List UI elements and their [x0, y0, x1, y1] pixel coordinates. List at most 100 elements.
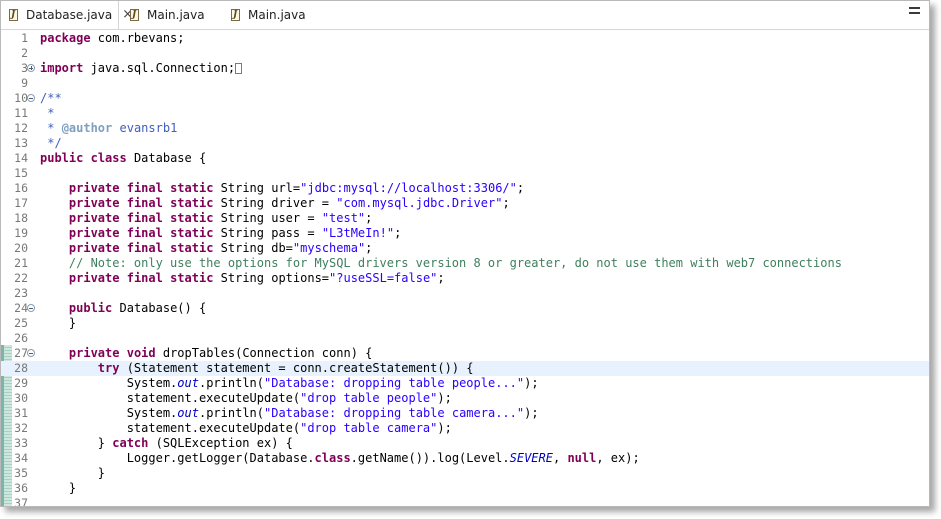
- line-number: 21: [14, 256, 28, 270]
- line-number: 25: [14, 316, 28, 330]
- tab-main-java-2[interactable]: J Main.java: [223, 1, 323, 29]
- line-number: 19: [14, 226, 28, 240]
- code-line[interactable]: 1 package com.rbevans;: [1, 31, 929, 46]
- code-line[interactable]: 12 * @author evansrb1: [1, 121, 929, 136]
- code-line[interactable]: 20 private final static String db="mysch…: [1, 241, 929, 256]
- code-text: private final static String pass = "L3tM…: [68, 226, 402, 240]
- line-number: 18: [14, 211, 28, 225]
- line-number: 36: [14, 481, 28, 495]
- code-text: private final static String user = "test…: [68, 211, 373, 225]
- line-number: 35: [14, 466, 28, 480]
- code-editor[interactable]: 1 package com.rbevans; 2 3 import java.sql.C…: [1, 30, 929, 506]
- code-line[interactable]: 14 public class Database {: [1, 151, 929, 166]
- editor-window: J Database.java × J Main.java J Main.jav…: [0, 0, 930, 507]
- code-line[interactable]: 32 statement.executeUpdate("drop table c…: [1, 421, 929, 436]
- code-line[interactable]: 33 } catch (SQLException ex) {: [1, 436, 929, 451]
- code-line[interactable]: 27 private void dropTables(Connection co…: [1, 346, 929, 361]
- code-text: private final static String driver = "co…: [68, 196, 510, 210]
- collapse-fold-icon[interactable]: [27, 304, 35, 312]
- code-line[interactable]: 17 private final static String driver = …: [1, 196, 929, 211]
- line-number: 23: [14, 286, 28, 300]
- code-text: *: [40, 106, 55, 120]
- code-text: private void dropTables(Connection conn)…: [68, 346, 373, 360]
- line-number: 3: [21, 61, 28, 75]
- line-number: 12: [14, 121, 28, 135]
- code-text: statement.executeUpdate("drop table came…: [40, 421, 452, 435]
- line-number: 29: [14, 376, 28, 390]
- code-line[interactable]: 21 // Note: only use the options for MyS…: [1, 256, 929, 271]
- code-line[interactable]: 19 private final static String pass = "L…: [1, 226, 929, 241]
- code-line[interactable]: 34 Logger.getLogger(Database.class.getNa…: [1, 451, 929, 466]
- code-text: public class Database {: [40, 151, 207, 165]
- code-text: }: [40, 481, 77, 495]
- code-line[interactable]: 31 System.out.println("Database: droppin…: [1, 406, 929, 421]
- line-number: 30: [14, 391, 28, 405]
- code-text: statement.executeUpdate("drop table peop…: [40, 391, 452, 405]
- code-line[interactable]: 9: [1, 76, 929, 91]
- line-number: 13: [14, 136, 28, 150]
- code-line[interactable]: 3 import java.sql.Connection;: [1, 61, 929, 76]
- code-text: Logger.getLogger(Database.class.getName(…: [40, 451, 640, 465]
- code-line[interactable]: 29 System.out.println("Database: droppin…: [1, 376, 929, 391]
- line-number: 34: [14, 451, 28, 465]
- code-line[interactable]: 23: [1, 286, 929, 301]
- line-number: 31: [14, 406, 28, 420]
- java-file-icon: J: [130, 8, 141, 22]
- code-text: }: [40, 316, 77, 330]
- code-line[interactable]: 13 */: [1, 136, 929, 151]
- line-number: 1: [21, 31, 28, 45]
- code-line[interactable]: 18 private final static String user = "t…: [1, 211, 929, 226]
- code-line[interactable]: 2: [1, 46, 929, 61]
- tab-label: Main.java: [248, 8, 306, 22]
- line-number: 15: [14, 166, 28, 180]
- code-line[interactable]: 15: [1, 166, 929, 181]
- code-line[interactable]: 35 }: [1, 466, 929, 481]
- line-number: 10: [14, 91, 28, 105]
- tab-database-java[interactable]: J Database.java ×: [1, 1, 133, 29]
- code-line[interactable]: 16 private final static String url="jdbc…: [1, 181, 929, 196]
- minimize-icon[interactable]: [909, 7, 923, 17]
- tab-label: Main.java: [147, 8, 205, 22]
- line-number: 9: [21, 76, 28, 90]
- line-number: 17: [14, 196, 28, 210]
- line-number: 26: [14, 331, 28, 345]
- code-line[interactable]: 28 try (Statement statement = conn.creat…: [1, 361, 929, 376]
- folded-imports-marker[interactable]: [235, 63, 243, 74]
- code-text: private final static String url="jdbc:my…: [68, 181, 525, 195]
- editor-tab-bar: J Database.java × J Main.java J Main.jav…: [1, 1, 929, 30]
- code-text: import java.sql.Connection;: [40, 61, 243, 76]
- code-line[interactable]: 10 /**: [1, 91, 929, 106]
- code-line[interactable]: 25 }: [1, 316, 929, 331]
- tab-label: Database.java: [26, 8, 113, 22]
- code-line[interactable]: 37: [1, 496, 929, 507]
- line-number: 27: [14, 346, 28, 360]
- line-number: 28: [14, 361, 28, 375]
- code-line[interactable]: 26: [1, 331, 929, 346]
- code-text: */: [40, 136, 62, 150]
- code-line[interactable]: 24 public Database() {: [1, 301, 929, 316]
- line-number: 22: [14, 271, 28, 285]
- code-line[interactable]: 30 statement.executeUpdate("drop table p…: [1, 391, 929, 406]
- code-text: package com.rbevans;: [40, 31, 185, 45]
- code-text: System.out.println("Database: dropping t…: [40, 406, 539, 420]
- code-text: try (Statement statement = conn.createSt…: [97, 361, 474, 375]
- collapse-fold-icon[interactable]: [27, 94, 35, 102]
- code-line[interactable]: 36 }: [1, 481, 929, 496]
- expand-fold-icon[interactable]: [27, 64, 35, 72]
- line-number: 37: [14, 496, 28, 507]
- line-number: 32: [14, 421, 28, 435]
- code-text: System.out.println("Database: dropping t…: [40, 376, 539, 390]
- collapse-fold-icon[interactable]: [27, 349, 35, 357]
- line-number: 33: [14, 436, 28, 450]
- code-text: private final static String options="?us…: [68, 271, 445, 285]
- java-file-icon: J: [231, 8, 242, 22]
- tab-main-java[interactable]: J Main.java: [122, 1, 222, 29]
- code-line[interactable]: 22 private final static String options="…: [1, 271, 929, 286]
- code-text: * @author evansrb1: [40, 121, 178, 135]
- code-line[interactable]: 11 *: [1, 106, 929, 121]
- code-text: /**: [40, 91, 62, 105]
- line-number: 11: [14, 106, 28, 120]
- code-text: public Database() {: [68, 301, 207, 315]
- line-number: 2: [21, 46, 28, 60]
- line-number: 20: [14, 241, 28, 255]
